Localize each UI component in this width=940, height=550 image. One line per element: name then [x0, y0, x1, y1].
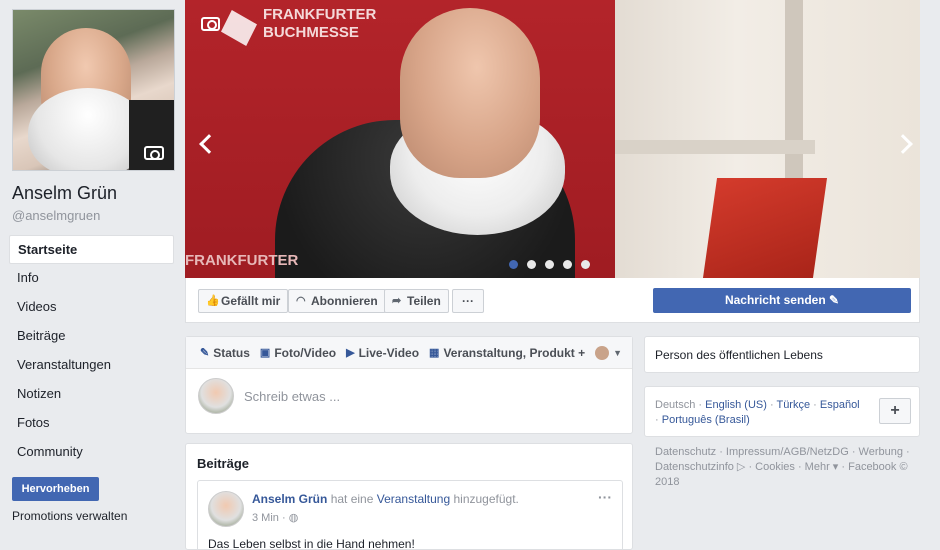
post-author-link[interactable]: Anselm Grün — [252, 492, 327, 506]
camera-icon[interactable] — [201, 17, 220, 31]
nav-item-videos[interactable]: Videos — [9, 293, 174, 322]
cover-logo-line1: FRANKFURTER — [263, 6, 377, 23]
avatar[interactable] — [208, 491, 244, 527]
tab-event-label: Veranstaltung, Produkt + — [443, 345, 586, 360]
page-handle[interactable]: @anselmgruen — [12, 208, 100, 223]
post-action-pre: hat eine — [330, 492, 374, 506]
tab-live-video[interactable]: ▶ Live-Video — [346, 346, 419, 360]
tab-photo-video[interactable]: ▣ Foto/Video — [260, 346, 336, 360]
pencil-icon: ✎ — [200, 347, 210, 359]
audience-avatar-icon — [595, 345, 610, 360]
subscribe-label: Abonnieren — [311, 294, 378, 308]
footer-links[interactable]: Datenschutz · Impressum/AGB/NetzDG · Wer… — [655, 445, 920, 490]
globe-icon: ◍ — [288, 512, 299, 524]
post-text: Das Leben selbst in die Hand nehmen! — [208, 537, 415, 550]
tab-status-label: Status — [213, 345, 250, 360]
promote-button[interactable]: Hervorheben — [12, 477, 99, 501]
audience-selector[interactable]: ▼ — [595, 345, 623, 360]
post-composer: ✎ Status ▣ Foto/Video ▶ Live-Video ▦ Ver… — [185, 336, 633, 434]
post-event-link[interactable]: Veranstaltung — [377, 492, 450, 506]
profile-robe — [129, 100, 174, 170]
post-time-text: 3 Min · — [252, 512, 286, 524]
language-list: Deutsch · English (US) · Türkçe · Españo… — [655, 399, 860, 426]
post-card: Anselm Grün hat eine Veranstaltung hinzu… — [197, 480, 623, 550]
nav-item-fotos[interactable]: Fotos — [9, 409, 174, 438]
more-label: ··· — [462, 294, 474, 308]
share-label: Teilen — [407, 294, 441, 308]
left-column: Anselm Grün @anselmgruen Startseite Info… — [0, 0, 185, 550]
slide-dot[interactable] — [527, 260, 536, 269]
camera-icon[interactable] — [144, 146, 164, 160]
nav-item-info[interactable]: Info — [9, 264, 174, 293]
posts-section: Beiträge Anselm Grün hat eine Veranstalt… — [185, 443, 633, 550]
chevron-down-icon: ▼ — [613, 347, 623, 358]
calendar-icon: ▦ — [429, 347, 440, 359]
slide-dot[interactable] — [509, 260, 518, 269]
cover-chair — [702, 178, 828, 278]
language-link-es[interactable]: Español — [820, 399, 860, 411]
nav-item-notizen[interactable]: Notizen — [9, 380, 174, 409]
composer-tabs: ✎ Status ▣ Foto/Video ▶ Live-Video ▦ Ver… — [186, 337, 632, 369]
nav-item-community[interactable]: Community — [9, 438, 174, 467]
like-button[interactable]: 👍 Gefällt mir — [198, 289, 289, 313]
nav-item-beitraege[interactable]: Beiträge — [9, 322, 174, 351]
page-category[interactable]: Person des öffentlichen Lebens — [644, 336, 920, 373]
slide-dots — [509, 260, 590, 269]
more-button[interactable]: ··· — [452, 289, 484, 313]
language-current: Deutsch — [655, 399, 696, 411]
nav-item-startseite[interactable]: Startseite — [9, 235, 174, 264]
cover-logo-bottom: FRANKFURTER — [185, 252, 299, 269]
photo-icon: ▣ — [259, 347, 271, 359]
post-timestamp[interactable]: 3 Min · ◍ — [252, 511, 298, 524]
add-language-button[interactable]: + — [879, 398, 911, 424]
tab-live-label: Live-Video — [358, 345, 420, 360]
language-box: Deutsch · English (US) · Türkçe · Españo… — [644, 386, 920, 437]
slide-dot[interactable] — [581, 260, 590, 269]
profile-picture[interactable] — [12, 9, 175, 171]
slide-dot[interactable] — [563, 260, 572, 269]
language-link-en[interactable]: English (US) — [705, 399, 767, 411]
cover-shelf-board — [615, 140, 815, 154]
tab-photo-label: Foto/Video — [274, 345, 337, 360]
tab-status[interactable]: ✎ Status — [200, 346, 250, 360]
page-title[interactable]: Anselm Grün — [12, 183, 117, 204]
composer-input[interactable]: Schreib etwas ... — [244, 389, 340, 404]
avatar — [198, 378, 234, 414]
language-link-pt[interactable]: Português (Brasil) — [662, 414, 750, 426]
cover-photo[interactable]: FRANKFURTER BUCHMESSE FRANKFURTER — [185, 0, 920, 278]
language-link-tr[interactable]: Türkçe — [776, 399, 810, 411]
post-header: Anselm Grün hat eine Veranstaltung hinzu… — [252, 492, 519, 506]
post-action-post: hinzugefügt. — [453, 492, 519, 506]
post-options-icon[interactable]: ··· — [598, 489, 612, 505]
thumbs-up-icon: 👍 — [206, 294, 220, 307]
posts-title: Beiträge — [197, 456, 250, 471]
nav-item-veranstaltungen[interactable]: Veranstaltungen — [9, 351, 174, 380]
like-label: Gefällt mir — [221, 294, 281, 308]
cover-logo-text: FRANKFURTER BUCHMESSE — [263, 6, 376, 42]
promotions-manage-link[interactable]: Promotions verwalten — [12, 509, 127, 523]
slide-dot[interactable] — [545, 260, 554, 269]
page-nav: Startseite Info Videos Beiträge Veransta… — [9, 235, 174, 467]
share-arrow-icon: ➦ — [392, 294, 402, 307]
video-icon: ▶ — [346, 347, 355, 359]
tab-event-product[interactable]: ▦ Veranstaltung, Produkt + — [429, 346, 585, 360]
cover-logo-line2: BUCHMESSE — [263, 24, 359, 41]
rss-icon: ◠ — [296, 294, 306, 307]
send-message-button[interactable]: Nachricht senden ✎ — [653, 288, 911, 313]
action-bar: 👍 Gefällt mir ◠ Abonnieren ➦ Teilen ··· … — [185, 278, 920, 323]
share-button[interactable]: ➦ Teilen — [384, 289, 449, 313]
cover-head — [400, 8, 540, 178]
subscribe-button[interactable]: ◠ Abonnieren — [288, 289, 386, 313]
